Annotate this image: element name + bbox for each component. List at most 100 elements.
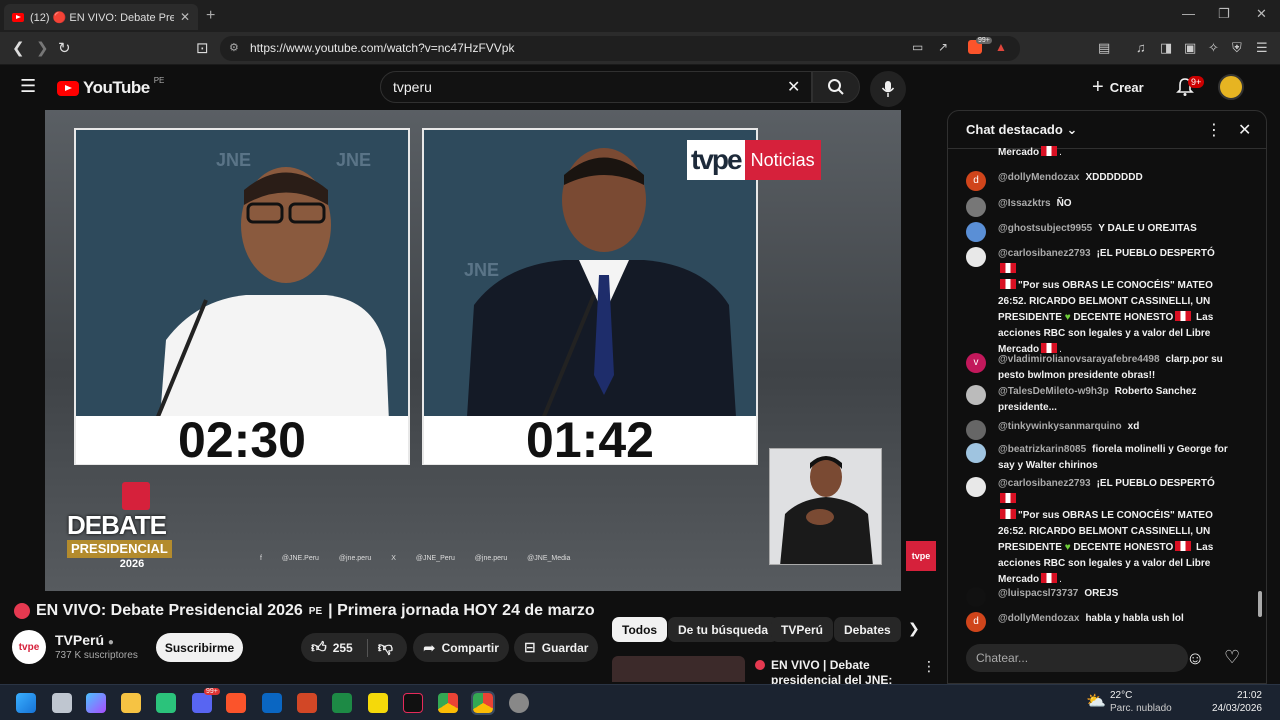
chat-input[interactable]: [966, 644, 1166, 672]
address-bar[interactable]: ⚙ https://www.youtube.com/watch?v=nc47Hz…: [220, 36, 1020, 61]
channel-avatar[interactable]: tvpe: [12, 630, 46, 664]
chat-avatar[interactable]: [966, 587, 986, 607]
chat-message-text: xd: [1127, 421, 1140, 432]
back-icon[interactable]: ❮: [12, 39, 25, 57]
chat-avatar[interactable]: [966, 443, 986, 463]
chat-close-icon[interactable]: ✕: [1238, 120, 1251, 140]
debate-year: 2026: [119, 558, 145, 570]
cast-icon[interactable]: ▭: [912, 40, 923, 54]
emoji-icon[interactable]: ☺: [1186, 648, 1204, 669]
share-button[interactable]: ➦ Compartir: [413, 633, 509, 662]
powerpoint-icon[interactable]: [297, 693, 317, 713]
browser-tab[interactable]: (12) 🔴 EN VIVO: Debate Pre ✕: [4, 4, 198, 30]
chat-author[interactable]: @dollyMendozax: [998, 172, 1079, 183]
chat-avatar[interactable]: [966, 197, 986, 217]
chat-avatar[interactable]: d: [966, 171, 986, 191]
discord-icon[interactable]: [192, 693, 212, 713]
reload-icon[interactable]: ↻: [58, 39, 71, 57]
app-icon[interactable]: [156, 693, 176, 713]
chat-author[interactable]: @carlosibanez2793: [998, 248, 1091, 259]
chat-author[interactable]: @Issazktrs: [998, 198, 1051, 209]
close-window-icon[interactable]: ✕: [1256, 6, 1267, 22]
channel-name[interactable]: TVPerú ●: [55, 632, 114, 648]
chat-author[interactable]: @tinkywinkysanmarquino: [998, 421, 1122, 432]
minimize-icon[interactable]: —: [1182, 6, 1195, 21]
forward-icon[interactable]: ❯: [36, 39, 49, 57]
related-video[interactable]: EN VIVO | Debate presidencial del JNE: D…: [612, 656, 937, 702]
youtube-logo[interactable]: YouTube PE: [57, 76, 164, 98]
brave-rewards-icon[interactable]: ▲: [995, 40, 1007, 54]
weather-widget[interactable]: 22°C Parc. nublado: [1110, 689, 1172, 715]
tiktok-icon[interactable]: [403, 693, 423, 713]
share-icon[interactable]: ↗: [938, 40, 948, 54]
maximize-icon[interactable]: ❐: [1218, 6, 1230, 22]
chat-avatar[interactable]: [966, 385, 986, 405]
copilot-icon[interactable]: [86, 693, 106, 713]
leo-icon[interactable]: ✧: [1208, 40, 1219, 56]
excel-icon[interactable]: [332, 693, 352, 713]
save-button[interactable]: ⊟ Guardar: [514, 633, 599, 662]
account-avatar[interactable]: [1218, 74, 1244, 100]
chat-author[interactable]: @beatrizkarin8085: [998, 444, 1086, 455]
subscribe-button[interactable]: Suscribirme: [156, 633, 243, 662]
heart-reaction-icon[interactable]: ♡: [1224, 647, 1240, 668]
related-thumbnail[interactable]: [612, 656, 745, 682]
new-tab-button[interactable]: +: [206, 7, 215, 25]
chat-author[interactable]: @luispacsl73737: [998, 588, 1078, 599]
dislike-icon[interactable]: 👎︎: [366, 638, 393, 657]
outlook-icon[interactable]: [262, 693, 282, 713]
bookmark-icon[interactable]: ⊡: [196, 39, 209, 57]
chip-all[interactable]: Todos: [612, 617, 668, 642]
menu-icon[interactable]: ☰: [1256, 40, 1268, 56]
wallet-icon[interactable]: ▣: [1184, 40, 1196, 56]
chip-debates[interactable]: Debates: [834, 617, 901, 642]
voice-search-button[interactable]: [870, 71, 906, 107]
chat-avatar[interactable]: [966, 420, 986, 440]
chip-from-search[interactable]: De tu búsqueda: [668, 617, 779, 642]
file-explorer-icon[interactable]: [121, 693, 141, 713]
youtube-favicon-icon: [12, 12, 24, 22]
app-extra-icon[interactable]: [509, 693, 529, 713]
sticky-notes-icon[interactable]: [368, 693, 388, 713]
clear-search-icon[interactable]: ✕: [787, 77, 800, 97]
chat-author[interactable]: @ghostsubject9955: [998, 223, 1092, 234]
chat-author[interactable]: @dollyMendozax: [998, 613, 1079, 624]
chat-input-box[interactable]: [966, 644, 1188, 672]
chat-avatar[interactable]: [966, 247, 986, 267]
chat-avatar[interactable]: [966, 222, 986, 242]
start-icon[interactable]: [16, 693, 36, 713]
chat-mode-selector[interactable]: Chat destacado ⌄: [966, 122, 1077, 138]
chat-message-text: DECENTE HONESTO: [1073, 312, 1174, 323]
search-box[interactable]: ✕: [380, 71, 812, 103]
like-count[interactable]: 255: [333, 641, 353, 655]
tab-close-icon[interactable]: ✕: [180, 10, 190, 24]
guide-menu-icon[interactable]: ☰: [20, 76, 36, 97]
chat-author[interactable]: @vladimirolianovsarayafebre4498: [998, 354, 1160, 365]
chip-tvperu[interactable]: TVPerú: [771, 617, 834, 642]
chips-next-icon[interactable]: ❯: [908, 620, 920, 637]
chat-avatar[interactable]: v: [966, 353, 986, 373]
chat-avatar[interactable]: d: [966, 612, 986, 632]
chat-more-icon[interactable]: ⋮: [1206, 120, 1222, 140]
create-button[interactable]: + Crear: [1092, 75, 1144, 99]
related-more-icon[interactable]: ⋮: [922, 658, 936, 675]
search-button[interactable]: [812, 71, 860, 103]
like-icon[interactable]: 👍︎: [311, 639, 327, 657]
sidebar-icon[interactable]: ◨: [1160, 40, 1172, 56]
chat-avatar[interactable]: [966, 477, 986, 497]
media-icon[interactable]: ♫: [1136, 40, 1146, 55]
peru-flag-icon: [1000, 263, 1016, 273]
search-input[interactable]: [381, 72, 761, 102]
task-view-icon[interactable]: [52, 693, 72, 713]
chat-scrollbar[interactable]: [1258, 591, 1262, 617]
chrome-icon[interactable]: [438, 693, 458, 713]
chat-author[interactable]: @TalesDeMileto-w9h3p: [998, 386, 1109, 397]
chrome-active-icon[interactable]: [471, 691, 495, 715]
reader-icon[interactable]: ▤: [1098, 40, 1110, 56]
clock[interactable]: 21:02 24/03/2026: [1206, 689, 1262, 715]
video-player[interactable]: JNE JNE 02:30 JNE 01:42 tvpe Noticias DE: [45, 110, 901, 591]
vpn-icon[interactable]: ⛨: [1232, 40, 1242, 56]
chat-author[interactable]: @carlosibanez2793: [998, 478, 1091, 489]
site-settings-icon[interactable]: ⚙: [229, 41, 239, 54]
brave-icon[interactable]: [226, 693, 246, 713]
